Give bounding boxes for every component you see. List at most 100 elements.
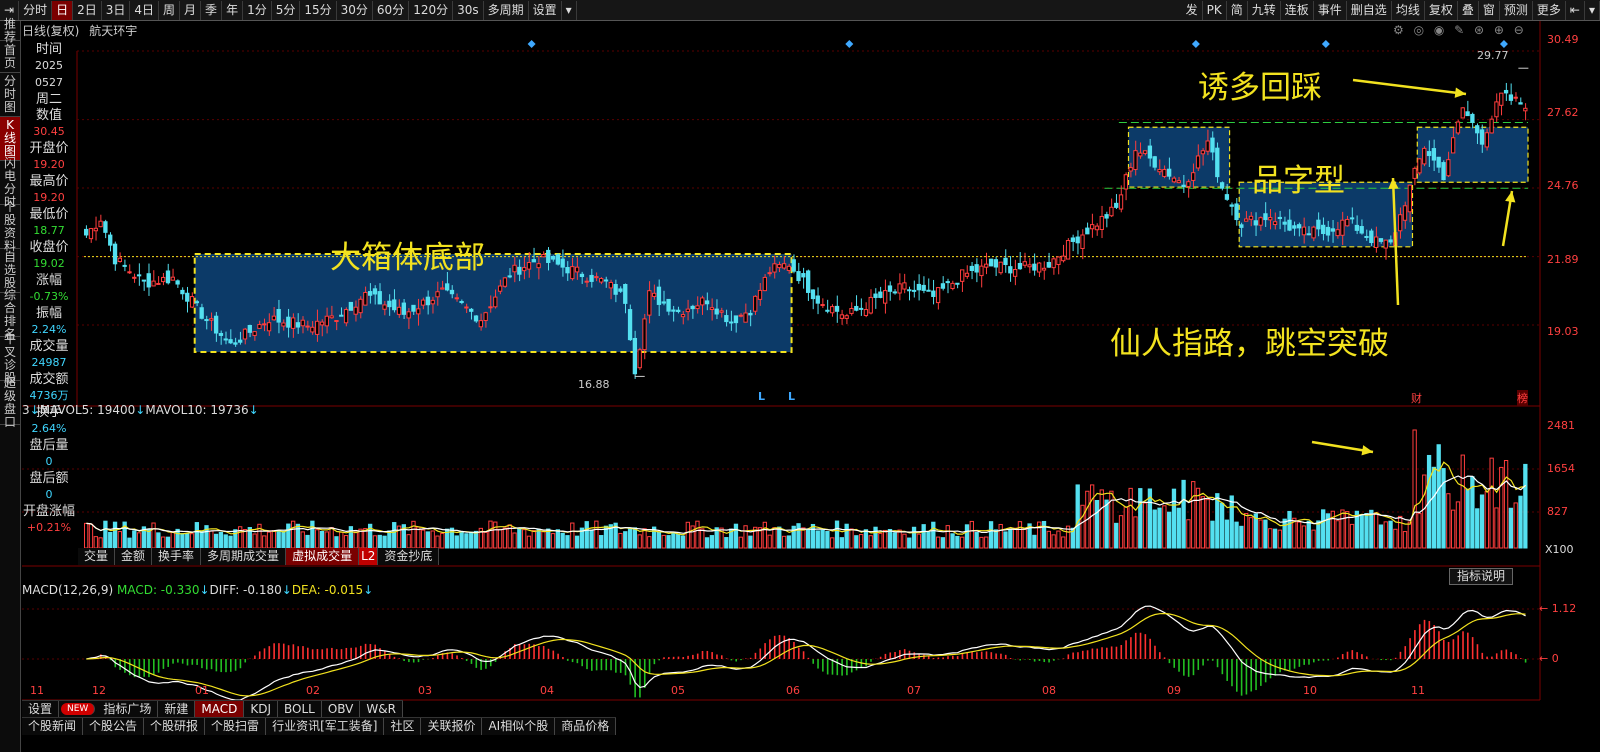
news-tab[interactable]: 个股公告 — [83, 718, 145, 735]
volume-bar — [1123, 506, 1128, 549]
indicator-tab[interactable]: BOLL — [278, 701, 322, 718]
period-button[interactable]: 30s — [453, 0, 484, 20]
period-button[interactable]: 60分 — [373, 0, 410, 20]
candle — [825, 309, 830, 312]
candle — [1191, 172, 1196, 181]
toolbar-right-button[interactable]: 均线 — [1392, 0, 1425, 20]
indicator-tab[interactable]: OBV — [322, 701, 361, 718]
period-button[interactable]: 4日 — [130, 0, 160, 20]
candle — [1109, 206, 1114, 217]
volume-bar — [1499, 466, 1504, 549]
period-button[interactable]: 1分 — [243, 0, 272, 20]
toolbar-right-button[interactable]: 窗 — [1479, 0, 1500, 20]
collapse-icon[interactable]: ⇤ — [1566, 0, 1585, 20]
period-button[interactable]: 设置 — [529, 0, 562, 20]
period-button[interactable]: 分时 — [19, 0, 53, 20]
candle — [974, 264, 979, 273]
volume-tab[interactable]: 虚拟成交量 — [286, 548, 360, 565]
candle — [993, 259, 999, 268]
period-button[interactable]: 3日 — [102, 0, 131, 20]
period-button[interactable]: 年 — [222, 0, 244, 20]
news-tab[interactable]: AI相似个股 — [482, 718, 556, 735]
volume-bar — [815, 530, 820, 549]
candle — [435, 291, 440, 298]
kline-chart-area[interactable] — [0, 21, 1600, 752]
candle — [613, 284, 618, 295]
volume-tab[interactable]: 换手率 — [152, 548, 202, 565]
volume-bar — [242, 529, 248, 549]
volume-bar — [165, 536, 171, 549]
volume-bar — [1176, 507, 1181, 549]
volume-tab[interactable]: 资金抄底 — [378, 548, 440, 565]
toolbar-right-button[interactable]: 连板 — [1281, 0, 1314, 20]
toolbar-right-button[interactable]: 简 — [1227, 0, 1248, 20]
volume-bar — [1383, 521, 1388, 549]
indicator-tab[interactable]: 指标广场 — [97, 701, 159, 718]
chart-tool-icons[interactable]: ⚙ ◎ ◉ ✎ ⊛ ⊕ ⊖ — [1393, 23, 1527, 37]
candle — [1494, 101, 1499, 118]
candle — [671, 309, 676, 312]
volume-tab[interactable]: 多周期成交量 — [201, 548, 287, 565]
period-button[interactable]: 多周期 — [484, 0, 529, 20]
volume-bar — [1479, 494, 1485, 549]
period-button[interactable]: 周 — [159, 0, 181, 20]
volume-bar — [1244, 513, 1249, 549]
period-button[interactable]: 日 — [52, 0, 74, 20]
candle — [887, 285, 893, 292]
news-tab[interactable]: 个股新闻 — [22, 718, 84, 735]
rank-marker[interactable]: 榜 — [1517, 390, 1528, 406]
news-tab[interactable]: 关联报价 — [421, 718, 483, 735]
candle — [262, 323, 267, 326]
news-tab[interactable]: 商品价格 — [555, 718, 617, 735]
volume-tab[interactable]: 交量 — [78, 548, 116, 565]
candle — [1012, 269, 1018, 277]
toolbar-right-button[interactable]: 复权 — [1425, 0, 1458, 20]
indicator-tab[interactable]: KDJ — [244, 701, 279, 718]
volume-tab[interactable]: 金额 — [115, 548, 153, 565]
l-marker[interactable]: L — [758, 390, 765, 403]
candle — [637, 349, 642, 369]
l-marker[interactable]: L — [788, 390, 795, 403]
toolbar-right-button[interactable]: 九转 — [1248, 0, 1281, 20]
indicator-tab[interactable]: 新建 — [158, 701, 196, 718]
indicator-tab[interactable]: W&R — [360, 701, 403, 718]
period-button[interactable]: 15分 — [300, 0, 337, 20]
indicator-tab[interactable]: 设置 — [22, 701, 60, 718]
candle — [854, 305, 859, 311]
news-tab[interactable]: 行业资讯[军工装备] — [266, 718, 385, 735]
period-button[interactable]: 2日 — [73, 0, 102, 20]
candle — [916, 283, 922, 291]
volume-bar — [420, 529, 426, 549]
indicator-tab[interactable]: NEW — [61, 703, 96, 715]
news-tab[interactable]: 个股扫雷 — [205, 718, 267, 735]
volume-tab[interactable]: L2 — [359, 548, 379, 565]
period-button[interactable]: 月 — [180, 0, 202, 20]
news-tab[interactable]: 社区 — [384, 718, 422, 735]
indicator-tab[interactable]: MACD — [195, 701, 245, 718]
period-button[interactable]: 120分 — [409, 0, 454, 20]
toolbar-right-button[interactable]: 预测 — [1500, 0, 1533, 20]
candle — [1455, 121, 1461, 134]
candle — [459, 300, 464, 303]
toolbar-right-button[interactable]: 发 — [1182, 0, 1203, 20]
period-button[interactable]: 季 — [201, 0, 223, 20]
candle — [796, 271, 801, 282]
more-periods-arrow-icon[interactable]: ▾ — [562, 0, 577, 20]
finance-marker[interactable]: 财 — [1411, 390, 1422, 406]
candle — [84, 228, 89, 236]
info-label: 开盘涨幅 — [22, 504, 75, 519]
toolbar-right-button[interactable]: 叠 — [1458, 0, 1479, 20]
volume-bar — [955, 535, 960, 549]
mavol5-value: MAVOL5: 19400 — [39, 403, 136, 417]
volume-bar — [146, 528, 151, 549]
candle — [1345, 218, 1350, 227]
dropdown-arrow-icon[interactable]: ▾ — [1585, 0, 1600, 20]
period-button[interactable]: 5分 — [272, 0, 301, 20]
toolbar-right-button[interactable]: 更多 — [1533, 0, 1566, 20]
indicator-explain-button[interactable]: 指标说明 — [1449, 568, 1513, 585]
period-button[interactable]: 30分 — [337, 0, 373, 20]
toolbar-right-button[interactable]: PK — [1203, 0, 1227, 20]
toolbar-right-button[interactable]: 删自选 — [1347, 0, 1392, 20]
toolbar-right-button[interactable]: 事件 — [1314, 0, 1347, 20]
news-tab[interactable]: 个股研报 — [144, 718, 206, 735]
